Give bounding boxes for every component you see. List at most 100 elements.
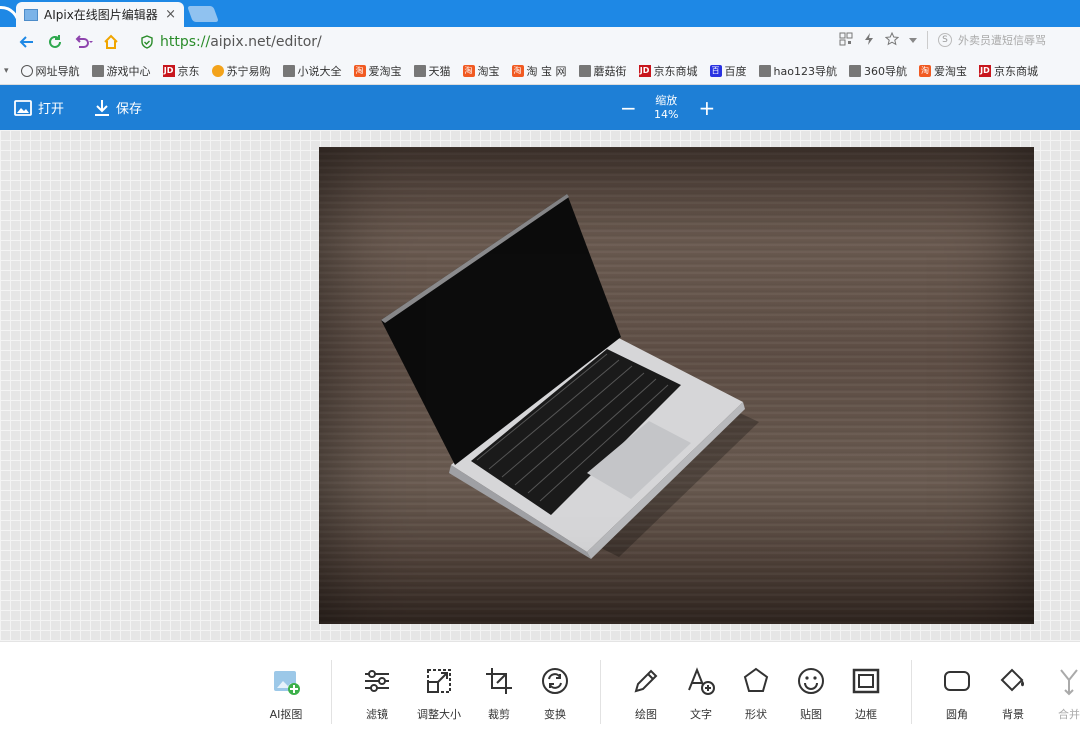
bookmark-baidu-icon: 百 [709, 64, 722, 77]
bookmark-doc-icon [282, 64, 295, 77]
tool-button[interactable]: 文字 [673, 666, 729, 722]
bookmark-item[interactable]: 淘爱淘宝 [918, 63, 967, 79]
tool-button[interactable]: 绘图 [618, 666, 674, 722]
tool-button[interactable]: 边框 [838, 666, 894, 722]
address-bar: https://aipix.net/editor/ S 外卖员遭短信辱骂 [0, 27, 1080, 57]
bookmark-item[interactable]: 游戏中心 [91, 63, 151, 79]
undo-history-icon[interactable] [72, 31, 94, 53]
tool-label: 文字 [690, 708, 712, 721]
home-icon[interactable] [100, 31, 122, 53]
bookmark-label: 爱淘宝 [933, 64, 967, 78]
lightning-icon[interactable] [863, 32, 875, 49]
bookmark-label: 网址导航 [35, 64, 80, 78]
image-open-icon [14, 99, 32, 116]
search-hint-text: 外卖员遭短信辱骂 [958, 34, 1046, 47]
paint-bucket-icon [1000, 668, 1024, 692]
crop-icon [486, 668, 512, 694]
pencil-icon [634, 669, 658, 693]
bookmark-item[interactable]: 苏宁易购 [211, 63, 271, 79]
bookmark-label: hao123导航 [773, 64, 837, 78]
tool-label: 滤镜 [366, 708, 388, 721]
address-bar-actions: S 外卖员遭短信辱骂 [839, 31, 1070, 49]
ai-cutout-icon [274, 671, 300, 695]
new-tab-button[interactable] [187, 6, 219, 22]
bookmark-label: 京东 [177, 64, 200, 78]
zoom-label: 缩放 [655, 93, 678, 107]
tool-button[interactable]: 调整大小 [411, 666, 467, 722]
editor-toolbar: 打开 保存 − 缩放 14% + [0, 85, 1080, 130]
tool-button[interactable]: 贴图 [783, 666, 839, 722]
bookmark-doc-icon [758, 64, 771, 77]
bookmark-item[interactable]: JD 京东商城 [638, 63, 698, 79]
tool-button[interactable]: 形状 [728, 666, 784, 722]
bookmark-tao-icon: 淘 [918, 64, 931, 77]
star-bookmark-icon[interactable] [884, 31, 900, 49]
dropdown-caret-icon[interactable] [909, 34, 917, 47]
shape-icon [743, 667, 769, 692]
tool-button[interactable]: 裁剪 [471, 666, 527, 722]
tool-button[interactable]: 圆角 [929, 666, 985, 722]
back-arrow-icon[interactable] [16, 31, 38, 53]
search-engine-icon: S [938, 33, 952, 47]
bookmark-item[interactable]: 淘淘 宝 网 [511, 63, 567, 79]
tab-close-icon[interactable]: × [165, 7, 176, 22]
tool-button[interactable]: AI抠图 [258, 666, 314, 722]
tool-button[interactable]: 合并 [1041, 666, 1080, 722]
rounded-corner-icon [944, 671, 970, 691]
url-field[interactable]: https://aipix.net/editor/ [140, 34, 322, 50]
save-button[interactable]: 保存 [94, 85, 142, 130]
tool-label: 调整大小 [417, 708, 461, 721]
bookmark-item[interactable]: hao123导航 [758, 63, 837, 79]
tool-button[interactable]: 滤镜 [349, 666, 405, 722]
bookmark-label: 苏宁易购 [226, 64, 271, 78]
bookmarks-overflow-caret-icon[interactable]: ▾ [4, 66, 9, 76]
browser-tab-active[interactable]: AIpix在线图片编辑器 × [16, 2, 184, 27]
save-label: 保存 [116, 102, 143, 117]
tool-label: 合并 [1058, 708, 1080, 721]
tool-button[interactable]: 变换 [527, 666, 583, 722]
open-button[interactable]: 打开 [14, 85, 64, 130]
bookmark-item[interactable]: JD 京东商城 [978, 63, 1038, 79]
bookmark-item[interactable]: 小说大全 [282, 63, 342, 79]
bookmark-item[interactable]: 网址导航 [20, 63, 80, 79]
bookmark-doc-icon [413, 64, 426, 77]
bookmark-item[interactable]: 百百度 [709, 63, 747, 79]
tool-label: 圆角 [946, 708, 968, 721]
sticker-smiley-icon [798, 668, 824, 694]
tool-label: 绘图 [635, 708, 657, 721]
bookmark-label: 天猫 [428, 64, 451, 78]
bookmark-item[interactable]: 淘爱淘宝 [353, 63, 402, 79]
refresh-icon[interactable] [44, 31, 66, 53]
bookmark-item[interactable]: JD 京东 [162, 63, 200, 79]
search-box[interactable]: S 外卖员遭短信辱骂 [938, 32, 1070, 48]
zoom-out-button[interactable]: − [620, 96, 637, 120]
url-path: aipix.net/editor/ [210, 34, 322, 50]
bookmark-label: 360导航 [863, 64, 907, 78]
bookmark-label: 淘 宝 网 [526, 64, 567, 78]
bookmark-label: 爱淘宝 [368, 64, 402, 78]
bookmark-jd-icon: JD [638, 64, 651, 77]
frame-icon [852, 668, 880, 694]
edited-photo[interactable] [319, 147, 1034, 624]
tool-panel: AI抠图 滤镜 调整大小 裁剪 变换 绘图 文字 形状 贴图 边框 圆角 背景 合并 [0, 641, 1080, 729]
tool-divider [600, 660, 601, 724]
tool-button[interactable]: 背景 [985, 666, 1041, 722]
tool-label: 裁剪 [488, 708, 510, 721]
bookmark-item[interactable]: 淘淘宝 [462, 63, 500, 79]
bookmarks-bar: ▾ 网址导航 游戏中心 JD 京东 苏宁易购 小说大全淘爱淘宝 天猫淘淘宝淘淘 宝 网蘑菇街 J… [0, 57, 1080, 85]
qr-code-icon[interactable] [839, 32, 853, 49]
resize-icon [427, 669, 451, 693]
editor-canvas[interactable] [0, 130, 1080, 641]
bookmark-item[interactable]: 天猫 [413, 63, 451, 79]
bookmark-item[interactable]: 360导航 [848, 63, 907, 79]
secure-shield-icon [141, 35, 153, 49]
tool-divider [331, 660, 332, 724]
rotate-icon [542, 668, 568, 694]
zoom-in-button[interactable]: + [698, 96, 715, 120]
download-save-icon [95, 99, 109, 116]
tab-favicon-icon [24, 8, 38, 21]
bookmark-item[interactable]: 蘑菇街 [578, 63, 627, 79]
tool-label: 背景 [1002, 708, 1024, 721]
bookmark-doc-icon [578, 64, 591, 77]
zoom-control: − 缩放 14% + [620, 85, 715, 130]
